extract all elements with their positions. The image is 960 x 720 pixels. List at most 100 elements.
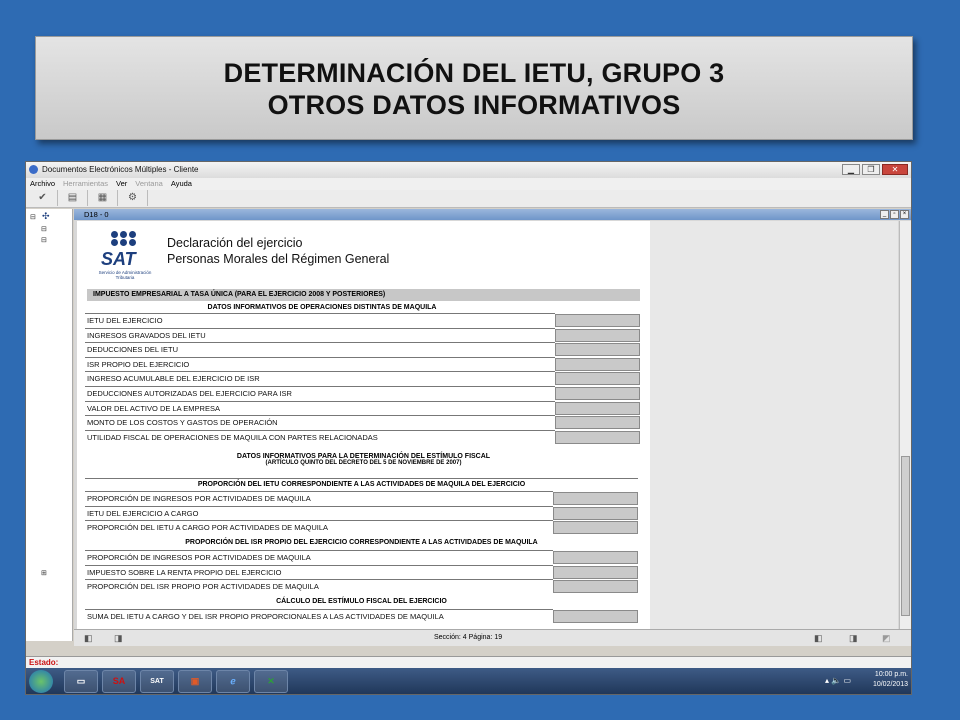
clock-date: 10/02/2013 bbox=[872, 681, 908, 688]
taskbar-explorer-icon[interactable]: ▭ bbox=[64, 670, 98, 693]
close-icon[interactable]: ✕ bbox=[882, 164, 908, 175]
form-value-field[interactable] bbox=[555, 343, 640, 357]
nav-last-icon[interactable]: ◨ bbox=[849, 633, 858, 644]
taskbar-ie-icon[interactable]: ℯ bbox=[216, 670, 250, 693]
start-button-icon[interactable] bbox=[29, 670, 53, 693]
section-estimulo-fiscal-line2: (ARTÍCULO QUINTO DEL DECRETO DEL 5 DE NO… bbox=[265, 460, 462, 466]
form-row-label: IMPUESTO SOBRE LA RENTA PROPIO DEL EJERC… bbox=[85, 564, 553, 579]
form-value-field[interactable] bbox=[555, 314, 640, 327]
document-window: D18 - 0 _ ▫ × SAT Servicio de Administra… bbox=[74, 209, 911, 641]
section-operaciones-distintas: DATOS INFORMATIVOS DE OPERACIONES DISTIN… bbox=[207, 304, 437, 311]
form-value-field[interactable] bbox=[553, 580, 638, 594]
scrollbar-thumb[interactable] bbox=[901, 456, 910, 616]
form-value-field[interactable] bbox=[555, 401, 640, 415]
menu-bar: Archivo Herramientas Ver Ventana Ayuda bbox=[26, 178, 911, 190]
send-icon[interactable]: ⚙ bbox=[118, 190, 148, 206]
section-proporcion-isr: PROPORCIÓN DEL ISR PROPIO DEL EJERCICIO … bbox=[185, 539, 538, 546]
form-heading-1: Declaración del ejercicio bbox=[167, 236, 303, 250]
tray-icons[interactable]: ▴ 🔈 ▭ bbox=[825, 676, 851, 685]
navigation-tree[interactable]: ⊟ ✣ ⊟ ⊟ ⊞ bbox=[26, 209, 73, 641]
tree-expand-icon[interactable]: ⊟ bbox=[30, 213, 36, 221]
taskbar-sat-app[interactable]: SAT bbox=[140, 670, 174, 693]
form-row-label: INGRESOS GRAVADOS DEL IETU bbox=[85, 327, 555, 342]
form-row-label: UTILIDAD FISCAL DE OPERACIONES DE MAQUIL… bbox=[85, 429, 555, 444]
form-row-label: IETU DEL EJERCICIO bbox=[85, 313, 555, 327]
section-estimulo-fiscal: DATOS INFORMATIVOS PARA LA DETERMINACIÓN… bbox=[87, 453, 640, 466]
clock-time: 10:00 p.m. bbox=[874, 671, 908, 678]
doc-restore-icon[interactable]: ▫ bbox=[890, 210, 899, 219]
nav-disabled-icon: ◩ bbox=[882, 633, 891, 643]
nav-next-icon[interactable]: ◧ bbox=[814, 633, 823, 644]
tree-expand-icon-4[interactable]: ⊞ bbox=[41, 569, 47, 577]
form-row-label: DEDUCCIONES AUTORIZADAS DEL EJERCICIO PA… bbox=[85, 386, 555, 400]
app-icon bbox=[29, 165, 38, 174]
menu-ver[interactable]: Ver bbox=[116, 178, 127, 190]
sat-logo: SAT Servicio de Administración Tributari… bbox=[89, 229, 159, 281]
form-row-label: SUMA DEL IETU A CARGO Y DEL ISR PROPIO P… bbox=[85, 609, 553, 623]
tray-clock: 10:00 p.m. 10/02/2013 bbox=[873, 670, 908, 690]
print-icon[interactable]: ▤ bbox=[58, 190, 88, 206]
form-value-field[interactable] bbox=[553, 610, 638, 623]
form-value-field[interactable] bbox=[555, 372, 640, 386]
window-titlebar: Documentos Electrónicos Múltiples - Clie… bbox=[26, 162, 911, 178]
form-row-label: IETU DEL EJERCICIO A CARGO bbox=[85, 505, 553, 520]
window-controls: ▁ ❐ ✕ bbox=[842, 164, 908, 175]
form-value-field[interactable] bbox=[553, 565, 638, 579]
taskbar-powerpoint-icon[interactable]: ▣ bbox=[178, 670, 212, 693]
menu-archivo[interactable]: Archivo bbox=[30, 178, 55, 190]
menu-ventana[interactable]: Ventana bbox=[135, 178, 163, 190]
application-screenshot: Documentos Electrónicos Múltiples - Clie… bbox=[25, 161, 912, 695]
sat-logo-text: SAT bbox=[101, 249, 136, 269]
tree-expand-icon-3[interactable]: ⊟ bbox=[41, 236, 47, 244]
form-value-field[interactable] bbox=[555, 387, 640, 400]
form-row-label: PROPORCIÓN DEL ISR PROPIO POR ACTIVIDADE… bbox=[85, 579, 553, 593]
minimize-icon[interactable]: ▁ bbox=[842, 164, 860, 175]
form-value-field[interactable] bbox=[555, 328, 640, 342]
form-row-label: VALOR DEL ACTIVO DE LA EMPRESA bbox=[85, 400, 555, 415]
slide-title-line1: DETERMINACIÓN DEL IETU, GRUPO 3 bbox=[223, 58, 725, 88]
maximize-icon[interactable]: ❐ bbox=[862, 164, 880, 175]
menu-ayuda[interactable]: Ayuda bbox=[171, 178, 192, 190]
validate-icon[interactable]: ✔ bbox=[28, 190, 58, 206]
tree-expand-icon-2[interactable]: ⊟ bbox=[41, 225, 47, 233]
section-proporcion-ietu: PROPORCIÓN DEL IETU CORRESPONDIENTE A LA… bbox=[85, 478, 638, 488]
form-value-field[interactable] bbox=[555, 416, 640, 430]
section-calculo-estimulo: CÁLCULO DEL ESTÍMULO FISCAL DEL EJERCICI… bbox=[276, 598, 447, 605]
menu-herramientas[interactable]: Herramientas bbox=[63, 178, 108, 190]
slide-title-line2: OTROS DATOS INFORMATIVOS bbox=[267, 90, 681, 120]
form-heading-2: Personas Morales del Régimen General bbox=[167, 252, 390, 266]
document-controls: _ ▫ × bbox=[880, 210, 909, 219]
form-row-label: PROPORCIÓN DEL IETU A CARGO POR ACTIVIDA… bbox=[85, 520, 553, 534]
toolbar: ✔ ▤ ▦ ⚙ bbox=[26, 190, 911, 208]
form-row-label: DEDUCCIONES DEL IETU bbox=[85, 342, 555, 356]
taskbar-excel-icon[interactable]: ✕ bbox=[254, 670, 288, 693]
form-row-label: INGRESO ACUMULABLE DEL EJERCICIO DE ISR bbox=[85, 371, 555, 385]
form-value-field[interactable] bbox=[553, 551, 638, 564]
form-row-label: MONTO DE LOS COSTOS Y GASTOS DE OPERACIÓ… bbox=[85, 415, 555, 429]
windows-taskbar: ▭ SA SAT ▣ ℯ ✕ ▴ 🔈 ▭ 10:00 p.m. 10/02/20… bbox=[26, 668, 911, 694]
tree-node-icon: ✣ bbox=[42, 211, 50, 221]
document-titlebar: D18 - 0 _ ▫ × bbox=[74, 209, 911, 220]
taskbar-sa-app[interactable]: SA bbox=[102, 670, 136, 693]
document-statusbar: ◧ ◨ Sección: 4 Página: 19 ◧ ◨ ◩ bbox=[74, 629, 911, 646]
vertical-scrollbar[interactable] bbox=[899, 221, 911, 633]
nav-first-icon[interactable]: ◧ bbox=[84, 633, 93, 644]
form-value-field[interactable] bbox=[553, 521, 638, 535]
form-value-field[interactable] bbox=[555, 357, 640, 371]
form-value-field[interactable] bbox=[553, 506, 638, 520]
preview-icon[interactable]: ▦ bbox=[88, 190, 118, 206]
doc-minimize-icon[interactable]: _ bbox=[880, 210, 889, 219]
page-background bbox=[650, 221, 898, 633]
form-row-label: PROPORCIÓN DE INGRESOS POR ACTIVIDADES D… bbox=[85, 550, 553, 564]
form-value-field[interactable] bbox=[553, 492, 638, 505]
form-row-label: ISR PROPIO DEL EJERCICIO bbox=[85, 356, 555, 371]
document-title: D18 - 0 bbox=[84, 210, 109, 219]
main-section-header: IMPUESTO EMPRESARIAL A TASA ÚNICA (PARA … bbox=[87, 289, 640, 301]
form-value-field[interactable] bbox=[555, 430, 640, 444]
sat-logo-subtitle: Servicio de Administración Tributaria bbox=[98, 270, 152, 280]
doc-close-icon[interactable]: × bbox=[900, 210, 909, 219]
form-heading: Declaración del ejercicio Personas Moral… bbox=[167, 235, 389, 267]
nav-prev-icon[interactable]: ◨ bbox=[114, 633, 123, 644]
section-estimulo-fiscal-line1: DATOS INFORMATIVOS PARA LA DETERMINACIÓN… bbox=[236, 453, 491, 460]
form-row-label: PROPORCIÓN DE INGRESOS POR ACTIVIDADES D… bbox=[85, 491, 553, 505]
